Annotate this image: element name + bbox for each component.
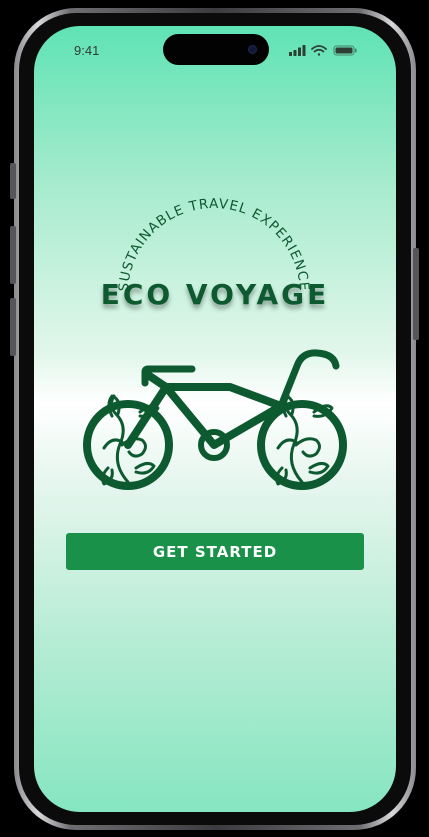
bicycle-leaf-icon: [83, 349, 347, 490]
cellular-signal-icon: [289, 45, 306, 56]
wifi-icon: [311, 45, 327, 56]
battery-icon: [333, 45, 357, 56]
volume-down-button: [10, 298, 16, 356]
mute-switch: [10, 163, 16, 199]
app-screen: 9:41 SUSTAINABLE TRAVEL EXPERIENCE ECO V…: [34, 26, 396, 812]
status-bar: 9:41: [34, 26, 396, 76]
volume-up-button: [10, 226, 16, 284]
power-button: [413, 248, 419, 340]
get-started-button[interactable]: GET STARTED: [66, 533, 364, 570]
status-icons: [289, 45, 357, 56]
app-title: ECO VOYAGE: [100, 278, 330, 311]
dynamic-island: [163, 34, 269, 65]
status-time: 9:41: [74, 43, 100, 58]
front-camera: [248, 45, 257, 54]
